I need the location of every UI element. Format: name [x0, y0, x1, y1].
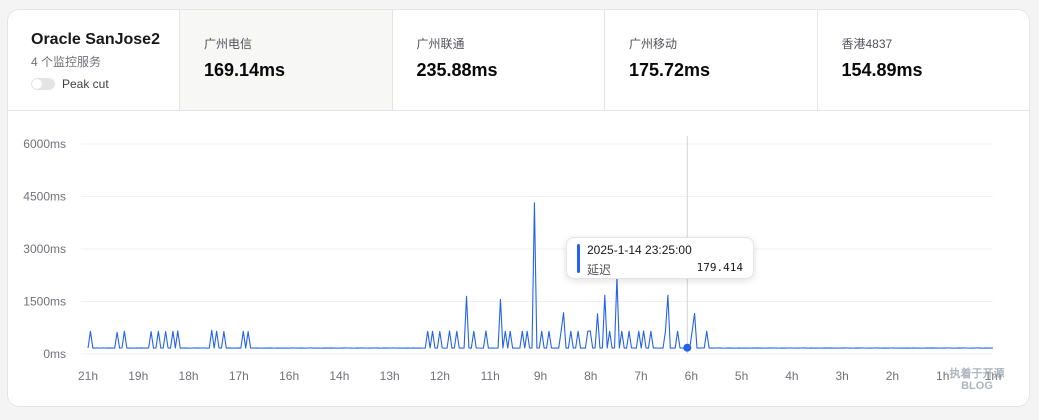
x-tick-label: 14h: [329, 369, 349, 383]
server-info: Oracle SanJose2 4 个监控服务 Peak cut: [8, 10, 180, 110]
x-tick-label: 7h: [634, 369, 647, 383]
stat-value: 169.14ms: [204, 60, 286, 80]
x-tick-label: 18h: [179, 369, 199, 383]
x-tick-label: 3h: [835, 369, 848, 383]
stat-value: 175.72ms: [629, 60, 711, 80]
tooltip-value: 179.414: [696, 261, 743, 274]
y-tick-label: 0ms: [43, 347, 66, 361]
x-tick-label: 5h: [735, 369, 748, 383]
x-tick-label: 11h: [481, 369, 500, 383]
chart-tooltip: 2025-1-14 23:25:00 延迟 179.414: [566, 237, 754, 279]
card-header: Oracle SanJose2 4 个监控服务 Peak cut 广州电信 16…: [8, 10, 1029, 111]
tooltip-series-marker: [577, 244, 580, 273]
x-tick-label: 19h: [128, 369, 148, 383]
stat-label: 广州联通: [416, 37, 465, 51]
x-tick-label: 4h: [785, 369, 798, 383]
stat-hongkong-4837[interactable]: 香港4837 154.89ms: [818, 10, 1030, 110]
service-count: 4 个监控服务: [31, 55, 102, 69]
x-tick-label: 9h: [534, 369, 547, 383]
y-tick-label: 3000ms: [23, 242, 66, 256]
stat-label: 广州电信: [204, 37, 253, 51]
x-tick-label: 17h: [229, 369, 249, 383]
stat-value: 154.89ms: [841, 60, 923, 80]
x-tick-label: 2h: [886, 369, 899, 383]
server-name: Oracle SanJose2: [31, 31, 160, 48]
y-tick-label: 6000ms: [23, 137, 66, 151]
x-tick-label: 8h: [584, 369, 597, 383]
x-tick-label: 6h: [685, 369, 698, 383]
cursor-point: [683, 343, 692, 352]
stat-value: 235.88ms: [416, 60, 498, 80]
stat-label: 广州移动: [629, 37, 678, 51]
y-tick-label: 4500ms: [23, 190, 66, 204]
peak-cut-switch[interactable]: [31, 78, 55, 90]
watermark-line-2: BLOG: [961, 380, 993, 392]
tooltip-time: 2025-1-14 23:25:00: [587, 243, 692, 257]
y-axis: 6000ms 4500ms 3000ms 1500ms 0ms: [23, 137, 66, 361]
peak-cut-toggle-row[interactable]: Peak cut: [31, 77, 179, 91]
x-tick-label: 16h: [279, 369, 299, 383]
peak-cut-label: Peak cut: [62, 77, 109, 91]
tooltip-label: 延迟: [587, 263, 612, 277]
stat-label: 香港4837: [841, 37, 893, 51]
x-axis: 21h 19h 18h 17h 16h 14h 13h 12h 11h 9h 8h 7h 6h 5h 4h 3…: [78, 369, 1001, 383]
x-tick-label: 13h: [380, 369, 400, 383]
chart-series: [87, 202, 994, 349]
server-detail-card: Oracle SanJose2 4 个监控服务 Peak cut 广州电信 16…: [7, 9, 1030, 407]
stat-guangzhou-unicom[interactable]: 广州联通 235.88ms: [393, 10, 605, 110]
latency-line: [87, 202, 994, 349]
watermark-line-1: 执着于开源: [949, 368, 1005, 380]
chart-grid: [81, 143, 993, 355]
switch-knob: [32, 79, 42, 89]
stat-guangzhou-telecom[interactable]: 广州电信 169.14ms: [180, 10, 393, 110]
x-tick-label: 21h: [78, 369, 98, 383]
latency-chart-area[interactable]: 6000ms 4500ms 3000ms 1500ms 0ms 21h 19h 18h 17h…: [8, 111, 1029, 407]
latency-chart[interactable]: 6000ms 4500ms 3000ms 1500ms 0ms 21h 19h 18h 17h…: [8, 111, 1029, 407]
watermark-logo: 执着于开源 BLOG: [937, 368, 1017, 398]
y-tick-label: 1500ms: [23, 295, 66, 309]
x-tick-label: 12h: [430, 369, 450, 383]
stat-guangzhou-mobile[interactable]: 广州移动 175.72ms: [605, 10, 818, 110]
